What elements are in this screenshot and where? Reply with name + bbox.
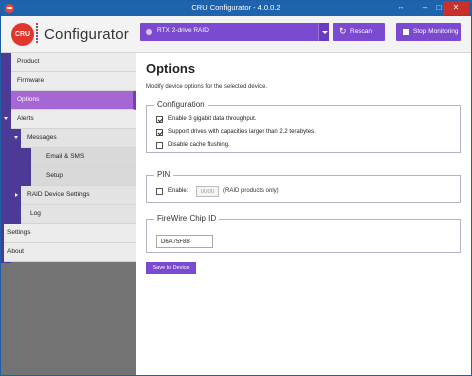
refresh-icon: ↻ [339, 26, 347, 36]
app-window: CRU Configurator - 4.0.0.2 ↔ – □ ✕ CRU C… [0, 0, 472, 376]
pin-row[interactable]: Enable: (RAID products only) [156, 186, 456, 197]
sidebar-item-alerts[interactable]: Alerts [1, 110, 136, 129]
sidebar-item-label: RAID Device Settings [27, 191, 90, 198]
sidebar-item-about[interactable]: About [1, 243, 136, 262]
chevron-down-icon[interactable] [4, 117, 8, 120]
resize-icon[interactable]: ↔ [391, 1, 411, 15]
sidebar-item-label: Setup [46, 172, 63, 179]
sidebar-item-label: Log [30, 210, 41, 217]
title-bar: CRU Configurator - 4.0.0.2 ↔ – □ ✕ [1, 1, 471, 16]
page-description: Modify device options for the selected d… [146, 84, 268, 90]
group-legend: FireWire Chip ID [154, 214, 220, 223]
checkbox-pin-enable[interactable] [156, 188, 163, 195]
save-to-device-button[interactable]: Save to Device [146, 262, 196, 274]
sidebar-item-setup[interactable]: Setup [11, 167, 136, 186]
sidebar-item-label: Settings [7, 229, 31, 236]
chevron-down-icon[interactable] [318, 23, 329, 41]
checkbox-large-drives[interactable] [156, 129, 163, 136]
main-panel: Options Modify device options for the se… [136, 53, 471, 375]
checkbox-3gb-throughput[interactable] [156, 116, 163, 123]
chevron-down-icon[interactable] [14, 136, 18, 139]
pin-group: PIN Enable: (RAID products only) [146, 170, 461, 203]
sidebar-item-label: Messages [27, 134, 57, 141]
sidebar-item-label: About [7, 248, 24, 255]
sidebar-item-raid-device-settings[interactable]: RAID Device Settings [11, 186, 136, 205]
stop-monitoring-label: Stop Monitoring [413, 27, 459, 35]
stop-icon [403, 29, 409, 35]
sidebar-item-label: Product [17, 58, 40, 65]
logo-dots [36, 23, 39, 46]
sidebar-item-log[interactable]: Log [11, 205, 136, 224]
sidebar-item-firmware[interactable]: Firmware [11, 72, 136, 91]
page-title: Options [146, 61, 196, 76]
option-label: Disable cache flushing. [168, 142, 230, 148]
device-dropdown[interactable]: RTX 2-drive RAID [140, 23, 329, 41]
pin-enable-label: Enable: [168, 188, 189, 194]
device-selected-label: RTX 2-drive RAID [157, 27, 209, 34]
app-header: CRU Configurator RTX 2-drive RAID ↻ Resc… [1, 16, 471, 53]
configuration-group: Configuration Enable 3 gigabit data thro… [146, 100, 461, 153]
firewire-group: FireWire Chip ID [146, 214, 461, 253]
stop-monitoring-button[interactable]: Stop Monitoring [396, 23, 461, 41]
chevron-right-icon[interactable] [15, 193, 18, 197]
option-label: Enable 3 gigabit data throughput. [168, 116, 257, 122]
pin-input[interactable] [196, 186, 219, 197]
checkbox-disable-cache-flushing[interactable] [156, 142, 163, 149]
sidebar: Product Firmware Options Alerts Messages… [1, 53, 136, 375]
sidebar-item-settings[interactable]: Settings [1, 224, 136, 243]
rescan-label: Rescan [350, 27, 373, 35]
sidebar-item-email-sms[interactable]: Email & SMS [11, 148, 136, 167]
sidebar-item-product[interactable]: Product [11, 53, 136, 72]
cru-logo: CRU [11, 23, 34, 46]
group-legend: Configuration [154, 100, 208, 109]
sidebar-item-label: Firmware [17, 77, 45, 84]
sidebar-item-options[interactable]: Options [11, 91, 136, 110]
option-label: Support drives with capacities larger th… [168, 129, 316, 135]
device-status-icon [146, 29, 152, 35]
sidebar-item-label: Alerts [17, 115, 34, 122]
sidebar-item-messages[interactable]: Messages [11, 129, 136, 148]
pin-note: (RAID products only) [223, 188, 279, 194]
group-legend: PIN [154, 170, 174, 179]
close-button[interactable]: ✕ [443, 1, 469, 15]
sidebar-item-label: Email & SMS [46, 153, 85, 160]
firewire-chip-id-input[interactable] [156, 235, 213, 248]
rescan-button[interactable]: ↻ Rescan [333, 23, 385, 41]
app-name: Configurator [44, 26, 129, 43]
sidebar-item-label: Options [17, 96, 40, 103]
